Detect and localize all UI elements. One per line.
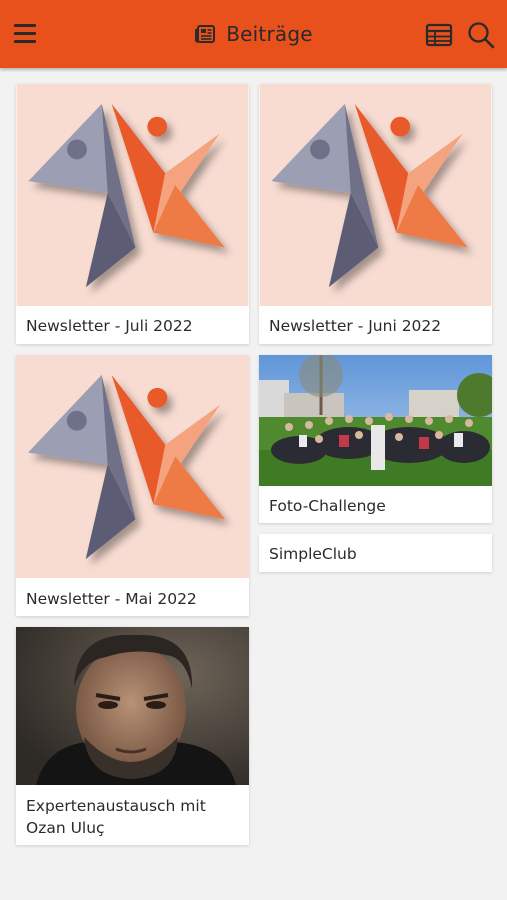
newspaper-icon (195, 25, 216, 43)
post-card[interactable]: Foto-Challenge (259, 355, 492, 523)
post-card[interactable]: Newsletter - Mai 2022 (16, 355, 249, 616)
newsletter-logo-image (259, 84, 492, 306)
post-title: Newsletter - Mai 2022 (26, 590, 197, 608)
post-card[interactable]: SimpleClub (259, 534, 492, 572)
post-card[interactable]: Newsletter - Juni 2022 (259, 84, 492, 344)
post-card[interactable]: Newsletter - Juli 2022 (16, 84, 249, 344)
post-title: Newsletter - Juli 2022 (26, 317, 193, 335)
newsletter-logo-image (16, 84, 249, 306)
newsletter-logo-image (16, 355, 249, 578)
app-bar: Beiträge (0, 0, 507, 68)
search-icon[interactable] (466, 20, 496, 50)
table-view-icon[interactable] (425, 22, 453, 48)
post-card[interactable]: Expertenaustausch mit Ozan Uluç (16, 627, 249, 845)
post-title: SimpleClub (269, 545, 357, 563)
post-title: Newsletter - Juni 2022 (269, 317, 442, 335)
portrait-photo-image (16, 627, 249, 785)
page-title: Beiträge (226, 22, 313, 46)
post-title: Expertenaustausch mit Ozan Uluç (26, 797, 206, 837)
post-title: Foto-Challenge (269, 497, 386, 515)
group-photo-image (259, 355, 492, 486)
